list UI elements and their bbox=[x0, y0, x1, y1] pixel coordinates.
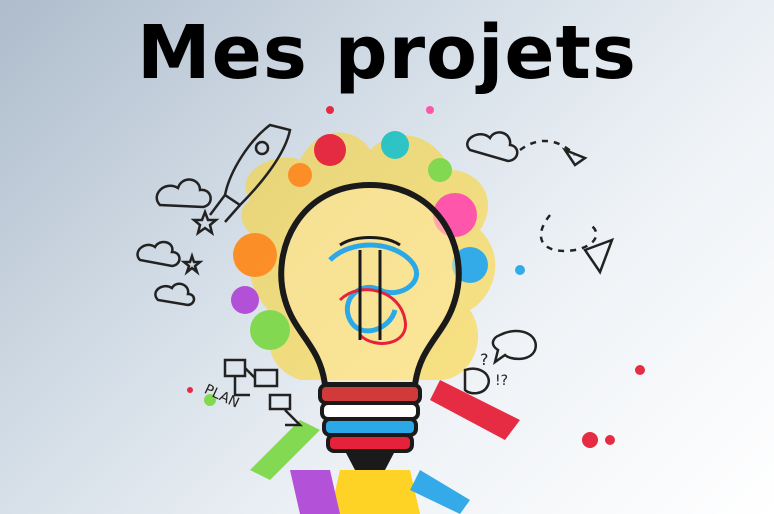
svg-text:?: ? bbox=[480, 350, 489, 369]
cloud-icon bbox=[136, 240, 181, 268]
svg-text:!?: !? bbox=[495, 373, 508, 389]
paper-plane-icon bbox=[583, 237, 615, 275]
bulb-base bbox=[318, 383, 422, 470]
star-icon bbox=[190, 208, 220, 236]
speech-bubble-icon bbox=[491, 329, 537, 365]
cloud-icon bbox=[155, 178, 212, 209]
speech-bubble-icon bbox=[463, 367, 491, 395]
star-icon bbox=[180, 252, 204, 276]
light-bulb-illustration: ? !? PLAN bbox=[136, 106, 645, 514]
cloud-icon bbox=[466, 131, 519, 163]
dashed-arrow bbox=[539, 214, 598, 253]
paper-plane-icon bbox=[561, 147, 588, 167]
cloud-icon bbox=[154, 282, 196, 307]
